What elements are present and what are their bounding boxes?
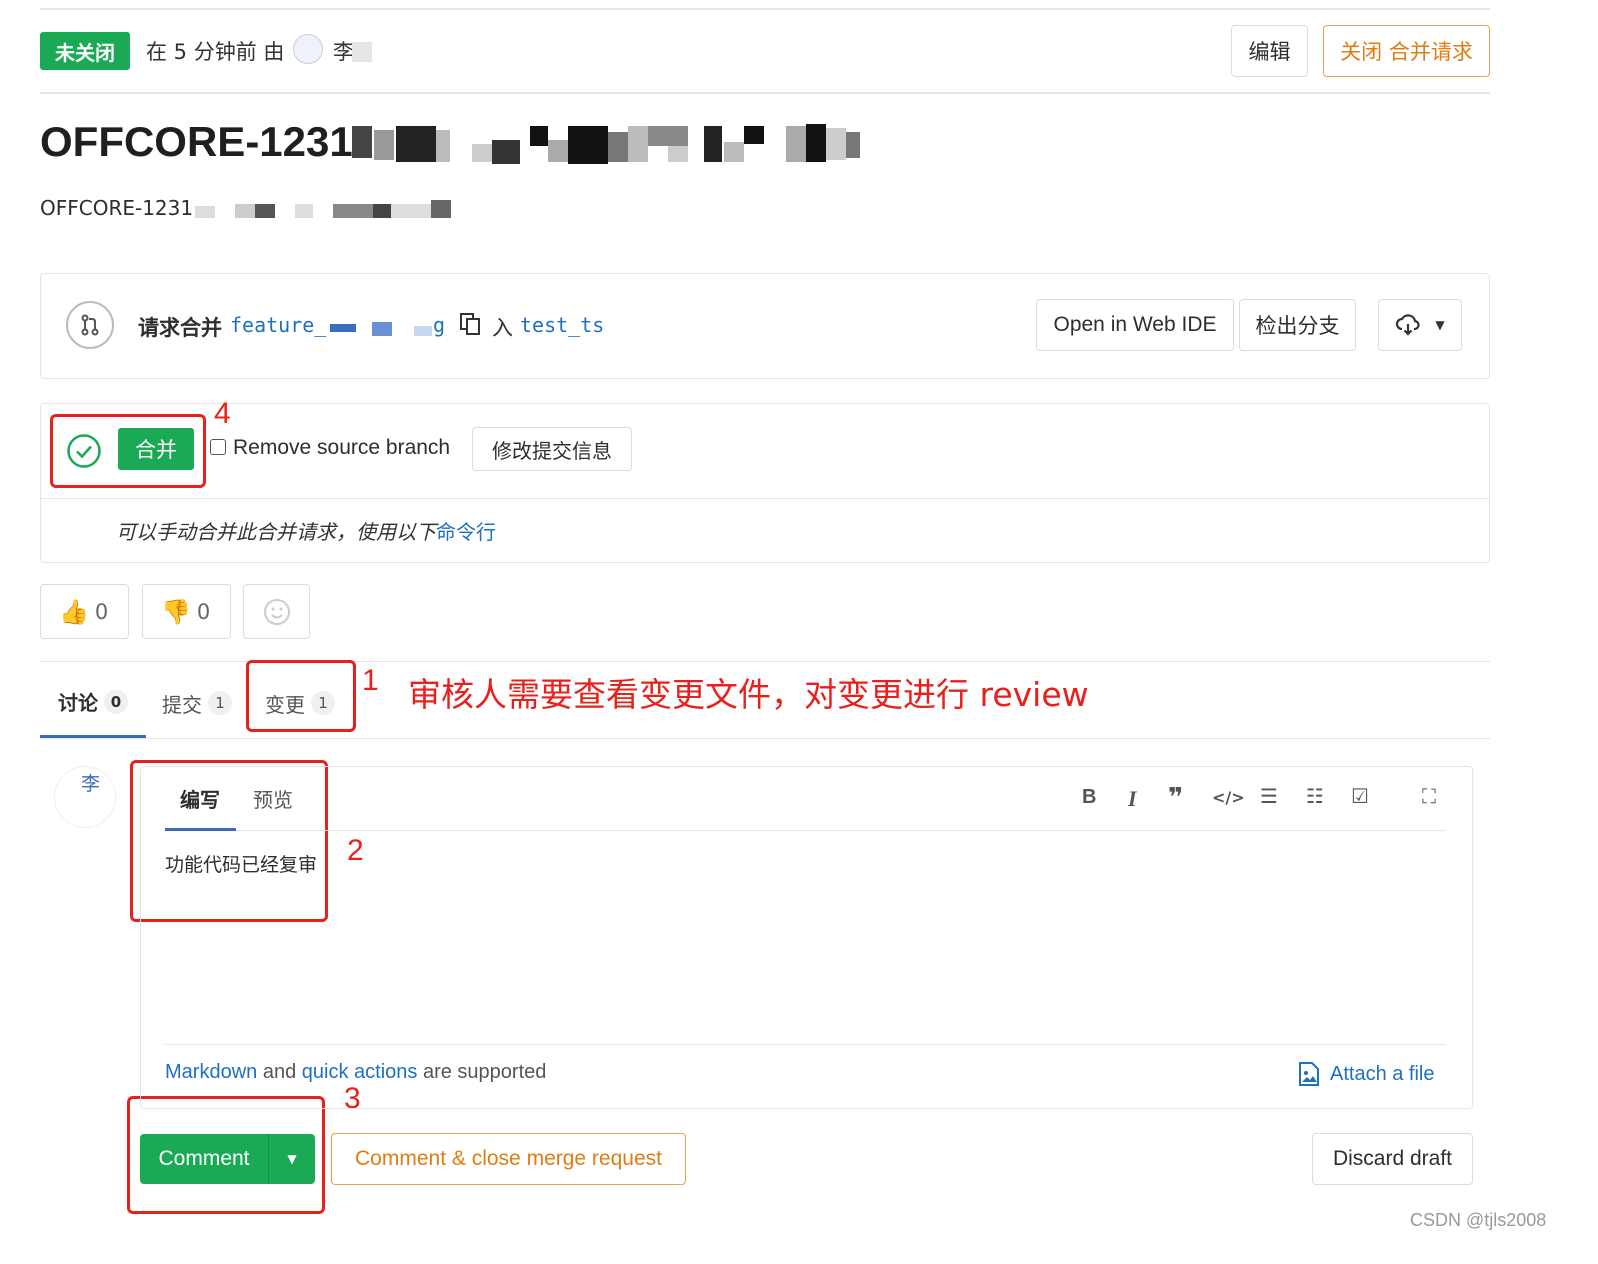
tab-discussion-label: 讨论 xyxy=(58,691,98,715)
comment-button[interactable]: Comment xyxy=(140,1134,268,1184)
top-divider xyxy=(40,8,1490,10)
source-branch-redacted xyxy=(330,318,440,338)
user-avatar: 李 xyxy=(54,766,116,828)
avatar-fallback-text: 李 xyxy=(81,773,101,795)
markdown-and: and xyxy=(262,1061,297,1083)
download-dropdown[interactable]: ▼ xyxy=(1378,299,1462,351)
merge-widget-divider xyxy=(41,498,1489,499)
tab-discussion[interactable]: 讨论 0 xyxy=(40,668,146,738)
add-reaction-button[interactable] xyxy=(243,584,310,639)
fullscreen-icon[interactable]: ⛶ xyxy=(1422,784,1436,808)
editor-tab-write-underline xyxy=(165,828,236,831)
merge-request-icon xyxy=(66,301,114,349)
edit-button[interactable]: 编辑 xyxy=(1231,25,1308,77)
annotation-number-4: 4 xyxy=(214,397,231,430)
comment-textarea[interactable]: 功能代码已经复审 xyxy=(165,850,317,877)
annotation-box-merge xyxy=(50,414,206,488)
quick-actions-link[interactable]: quick actions xyxy=(302,1061,418,1083)
italic-icon[interactable]: I xyxy=(1128,786,1137,812)
tab-discussion-count: 0 xyxy=(104,689,128,714)
annotation-number-1: 1 xyxy=(362,664,379,697)
editor-tab-write[interactable]: 编写 xyxy=(180,784,220,813)
code-icon[interactable]: </> xyxy=(1212,788,1245,807)
merge-request-label: 请求合并 xyxy=(138,316,222,340)
attach-file-label: Attach a file xyxy=(1330,1062,1435,1085)
quote-icon[interactable]: ❞ xyxy=(1168,783,1183,813)
caret-down-icon: ▼ xyxy=(287,1152,297,1166)
author-name[interactable]: 李 xyxy=(333,36,354,66)
description-redacted xyxy=(195,200,455,220)
comment-close-button[interactable]: Comment & close merge request xyxy=(331,1133,686,1185)
remove-source-checkbox[interactable] xyxy=(210,439,226,455)
annotation-text-1: 审核人需要查看变更文件，对变更进行 review xyxy=(408,675,1089,714)
thumbs-up-icon: 👍 xyxy=(59,597,89,626)
remove-source-label[interactable]: Remove source branch xyxy=(233,436,450,460)
page-title: OFFCORE-1231 xyxy=(40,118,353,165)
thumbs-down-button[interactable]: 👎 0 xyxy=(142,584,231,639)
comment-dropdown-toggle[interactable]: ▼ xyxy=(268,1134,315,1184)
thumbs-down-icon: 👎 xyxy=(161,597,191,626)
bullet-list-icon[interactable]: ☰ xyxy=(1260,784,1278,808)
markdown-supported: are supported xyxy=(422,1061,547,1083)
editor-tab-preview[interactable]: 预览 xyxy=(253,784,293,813)
attach-file-link[interactable]: Attach a file xyxy=(1298,1061,1435,1087)
watermark: CSDN @tjls2008 xyxy=(1410,1210,1547,1230)
chevron-down-icon: ▼ xyxy=(1435,318,1445,332)
markdown-link[interactable]: Markdown xyxy=(165,1061,257,1083)
discard-draft-button[interactable]: Discard draft xyxy=(1312,1133,1473,1185)
bold-icon[interactable]: B xyxy=(1082,786,1096,809)
open-web-ide-button[interactable]: Open in Web IDE xyxy=(1036,299,1234,351)
title-redacted xyxy=(352,122,867,166)
editor-footer-divider xyxy=(165,1044,1446,1045)
source-branch-end[interactable]: g xyxy=(433,313,445,337)
download-icon xyxy=(1396,314,1420,336)
tab-commits-count: 1 xyxy=(208,691,232,715)
into-label: 入 xyxy=(492,316,513,340)
command-line-link[interactable]: 命令行 xyxy=(436,520,496,544)
markdown-hint: Markdown and quick actions are supported xyxy=(165,1061,546,1084)
tabs-bottom-divider xyxy=(40,738,1490,739)
numbered-list-icon[interactable]: ☷ xyxy=(1306,784,1324,808)
copy-icon[interactable] xyxy=(459,312,481,336)
modify-commit-message-button[interactable]: 修改提交信息 xyxy=(472,427,632,471)
annotation-box-changes-tab xyxy=(246,660,356,732)
editor-tabs-divider xyxy=(236,830,1446,831)
tab-commits[interactable]: 提交 1 xyxy=(150,668,244,738)
smiley-icon xyxy=(263,598,290,625)
close-merge-request-button[interactable]: 关闭 合并请求 xyxy=(1323,25,1490,77)
status-badge: 未关闭 xyxy=(40,32,130,70)
manual-merge-text: 可以手动合并此合并请求，使用以下命令行 xyxy=(116,516,496,545)
header-divider xyxy=(40,92,1490,94)
thumbs-up-count: 0 xyxy=(94,599,109,624)
tab-commits-label: 提交 xyxy=(162,692,202,717)
description-text: OFFCORE-1231 xyxy=(40,196,194,220)
image-file-icon xyxy=(1299,1062,1319,1086)
thumbs-down-count: 0 xyxy=(196,599,211,624)
target-branch-link[interactable]: test_ts xyxy=(520,313,604,337)
checkout-branch-button[interactable]: 检出分支 xyxy=(1239,299,1356,351)
source-branch-link[interactable]: feature_ xyxy=(230,313,326,337)
created-meta: 在 5 分钟前 由 xyxy=(146,40,285,64)
author-name-blur xyxy=(352,42,372,62)
thumbs-up-button[interactable]: 👍 0 xyxy=(40,584,129,639)
comment-editor xyxy=(140,766,1473,1109)
task-list-icon[interactable]: ☑ xyxy=(1351,784,1369,808)
manual-merge-label: 可以手动合并此合并请求，使用以下 xyxy=(116,520,436,544)
author-avatar[interactable] xyxy=(293,34,323,64)
